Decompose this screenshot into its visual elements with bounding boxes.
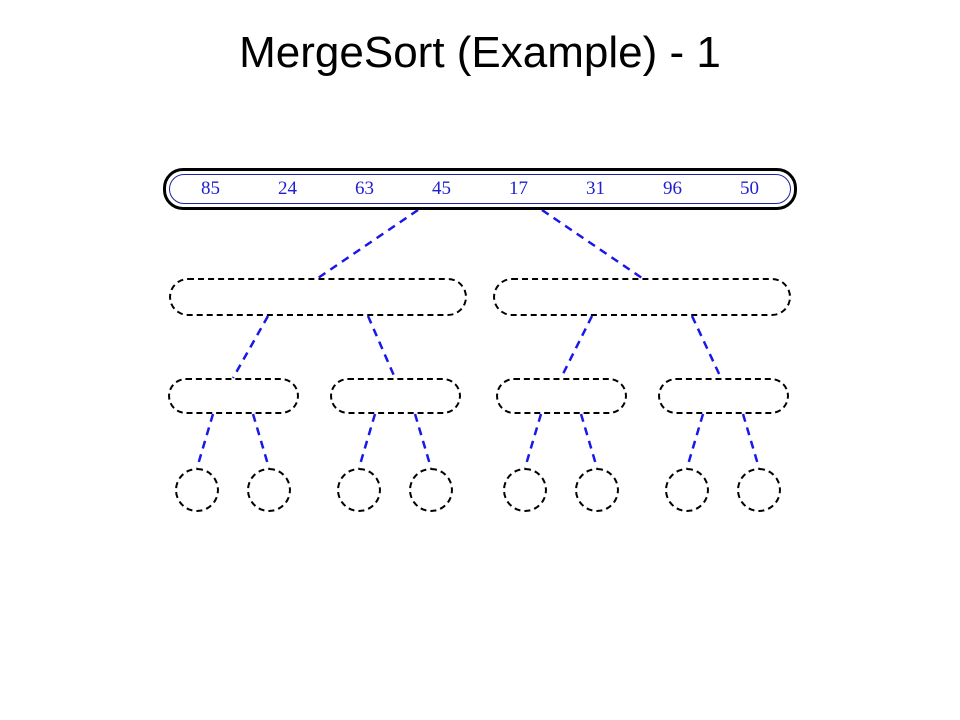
- page-title: MergeSort (Example) - 1: [0, 28, 960, 78]
- mergesort-tree-diagram: 85 24 63 45 17 31 96 50: [163, 168, 797, 548]
- array-value: 17: [509, 178, 528, 200]
- leaf-node-6: [665, 468, 709, 512]
- level2-node-0: [168, 378, 299, 414]
- array-value: 50: [740, 178, 759, 200]
- root-node: 85 24 63 45 17 31 96 50: [163, 168, 797, 210]
- leaf-node-0: [175, 468, 219, 512]
- leaf-node-4: [503, 468, 547, 512]
- level2-node-3: [658, 378, 789, 414]
- array-value: 45: [432, 178, 451, 200]
- array-value: 96: [663, 178, 682, 200]
- leaf-node-7: [737, 468, 781, 512]
- array-value: 63: [355, 178, 374, 200]
- leaf-node-1: [247, 468, 291, 512]
- level2-node-2: [496, 378, 627, 414]
- leaf-node-3: [409, 468, 453, 512]
- level1-node-right: [493, 278, 791, 316]
- leaf-node-5: [575, 468, 619, 512]
- level1-node-left: [169, 278, 467, 316]
- array-value: 85: [201, 178, 220, 200]
- level2-node-1: [330, 378, 461, 414]
- array-value: 24: [278, 178, 297, 200]
- array-value: 31: [586, 178, 605, 200]
- leaf-node-2: [337, 468, 381, 512]
